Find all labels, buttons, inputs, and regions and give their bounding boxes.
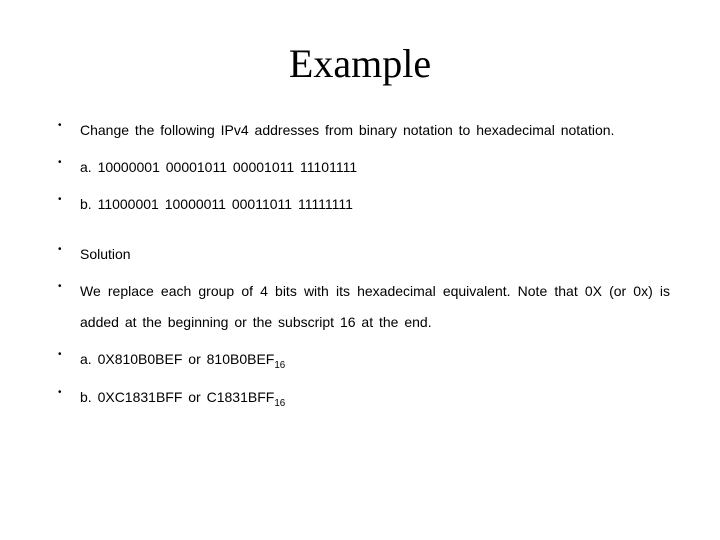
- subscript-16: 16: [274, 360, 285, 371]
- bullet-item-b-binary: b. 11000001 10000011 00011011 11111111: [50, 189, 670, 220]
- bullet-item-b-hex: b. 0XC1831BFF or C1831BFF16: [50, 382, 670, 414]
- spacer: [50, 225, 670, 239]
- bullet-item-a-hex: a. 0X810B0BEF or 810B0BEF16: [50, 344, 670, 376]
- bullet-item-question: Change the following IPv4 addresses from…: [50, 115, 670, 146]
- answer-b-text: b. 0XC1831BFF or C1831BFF: [80, 389, 274, 405]
- subscript-16: 16: [274, 398, 285, 409]
- answer-a-text: a. 0X810B0BEF or 810B0BEF: [80, 351, 274, 367]
- bullet-list-solution: Solution We replace each group of 4 bits…: [50, 239, 670, 414]
- slide-title: Example: [50, 40, 670, 87]
- bullet-list: Change the following IPv4 addresses from…: [50, 115, 670, 219]
- bullet-item-solution-label: Solution: [50, 239, 670, 270]
- bullet-item-a-binary: a. 10000001 00001011 00001011 11101111: [50, 152, 670, 183]
- bullet-item-solution-text: We replace each group of 4 bits with its…: [50, 276, 670, 338]
